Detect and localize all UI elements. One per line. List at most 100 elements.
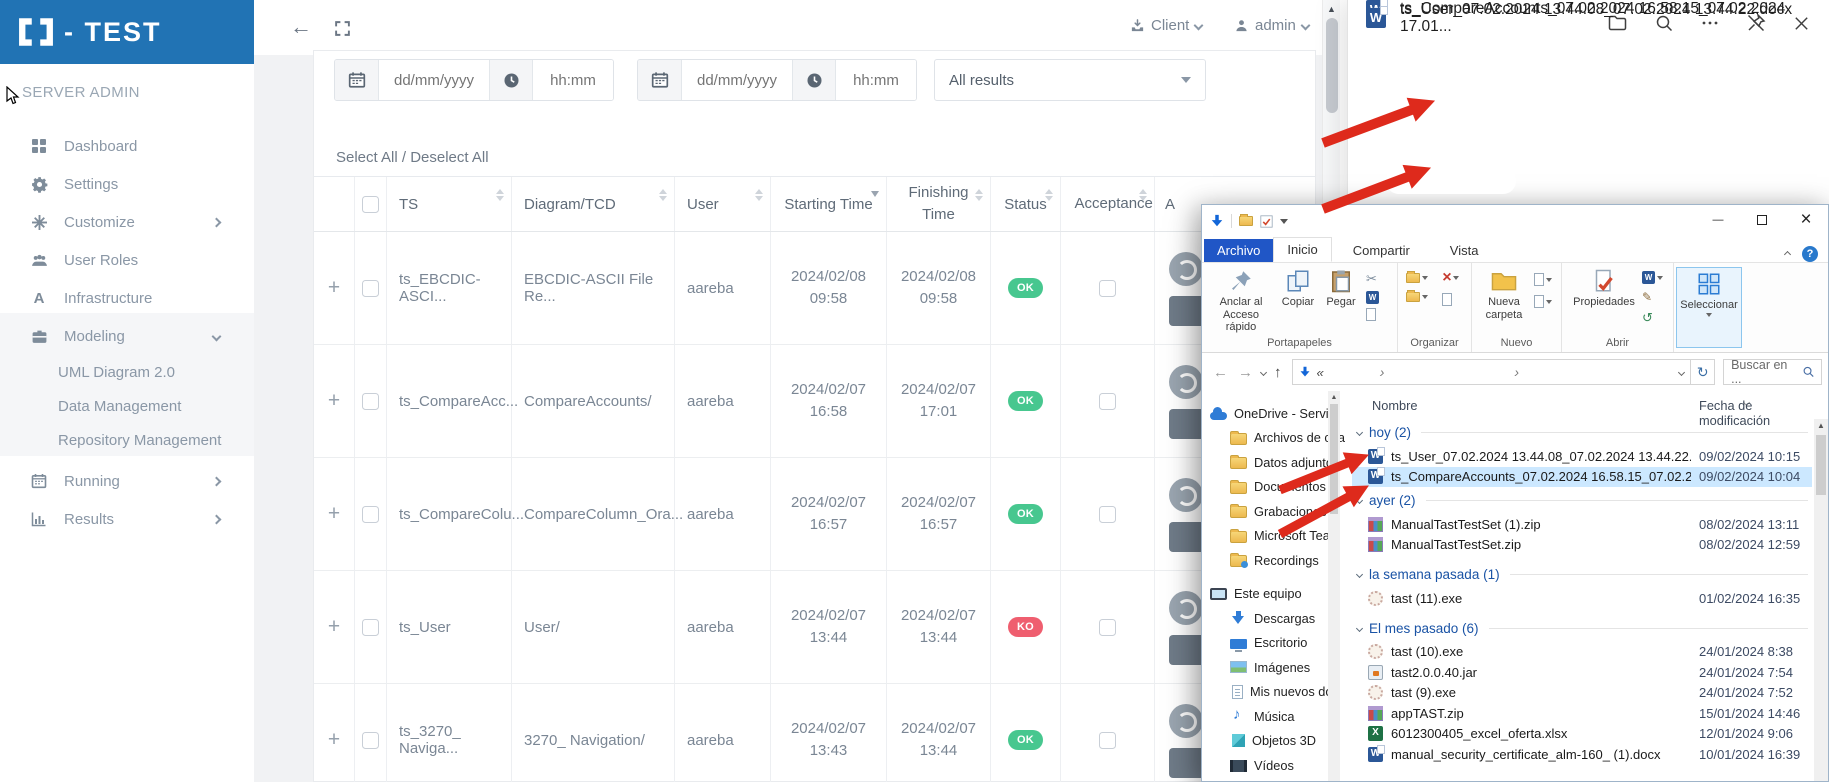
sort-icon[interactable]: [1045, 189, 1053, 201]
group-header-semana[interactable]: la semana pasada (1): [1352, 561, 1812, 588]
download-item[interactable]: ts_CompareAccounts_07.02.2024 16.58.15_0…: [1366, 0, 1829, 36]
nav-item[interactable]: Documentos: [1202, 475, 1348, 500]
edit-button[interactable]: [1642, 290, 1652, 304]
delete-button[interactable]: [1442, 271, 1459, 285]
tab-inicio[interactable]: Inicio: [1273, 237, 1331, 262]
client-dropdown[interactable]: Client: [1130, 17, 1202, 34]
nav-back-button[interactable]: [1213, 364, 1228, 381]
tab-vista[interactable]: Vista: [1437, 239, 1492, 262]
sidebar-item-results[interactable]: Results: [0, 500, 254, 538]
expand-row-button[interactable]: [328, 502, 340, 526]
scrollbar-thumb[interactable]: [1326, 18, 1338, 113]
clock-icon[interactable]: [792, 60, 836, 100]
sidebar-item-customize[interactable]: Customize: [0, 203, 254, 241]
collapse-ribbon-icon[interactable]: [1784, 250, 1791, 257]
file-row[interactable]: tast (11).exe 01/02/2024 16:35: [1352, 588, 1812, 609]
quick-access-check-icon[interactable]: [1260, 215, 1273, 228]
column-name[interactable]: Nombre: [1372, 398, 1418, 413]
sort-icon[interactable]: [496, 189, 504, 201]
back-button[interactable]: [290, 16, 312, 38]
nav-item[interactable]: TIH0405100A (C: [1202, 778, 1348, 782]
nav-item[interactable]: Escritorio: [1202, 631, 1348, 656]
explorer-title-bar[interactable]: [1202, 205, 1828, 237]
row-action-icon-partial[interactable]: [1169, 704, 1203, 738]
calendar-icon[interactable]: [335, 60, 379, 100]
rename-button[interactable]: [1442, 293, 1452, 306]
history-button[interactable]: [1642, 310, 1653, 326]
scroll-up-button[interactable]: [1328, 391, 1340, 404]
end-time-input[interactable]: [836, 60, 916, 100]
file-row[interactable]: 6012300405_excel_oferta.xlsx 12/01/2024 …: [1352, 724, 1812, 745]
header-user[interactable]: User: [675, 177, 771, 231]
clock-icon[interactable]: [489, 60, 533, 100]
nav-item[interactable]: Este equipo: [1202, 582, 1348, 607]
sort-desc-icon[interactable]: [871, 191, 879, 197]
refresh-button[interactable]: [1691, 359, 1715, 385]
new-item-button[interactable]: [1534, 273, 1552, 286]
copy-to-button[interactable]: [1406, 292, 1428, 302]
sort-icon[interactable]: [975, 189, 983, 201]
sidebar-item-uml-diagram[interactable]: UML Diagram 2.0: [0, 356, 254, 388]
sidebar-item-user-roles[interactable]: User Roles: [0, 241, 254, 279]
row-checkbox[interactable]: [362, 393, 379, 410]
nav-item[interactable]: Objetos 3D: [1202, 729, 1348, 754]
row-action-icon-partial[interactable]: [1169, 365, 1203, 399]
file-row[interactable]: tast (10).exe 24/01/2024 8:38: [1352, 642, 1812, 663]
sort-icon[interactable]: [659, 189, 667, 201]
list-scrollbar[interactable]: [1814, 419, 1828, 781]
row-action-icon-partial[interactable]: [1169, 591, 1203, 625]
sort-icon[interactable]: [1139, 189, 1147, 201]
paste-shortcut-button[interactable]: [1366, 308, 1376, 321]
select-button[interactable]: Seleccionar: [1676, 267, 1742, 348]
nav-item[interactable]: Datos adjuntos: [1202, 450, 1348, 475]
group-header-hoy[interactable]: hoy (2): [1352, 419, 1812, 446]
file-row[interactable]: ts_User_07.02.2024 13.44.08_07.02.2024 1…: [1352, 446, 1812, 467]
scroll-up-button[interactable]: [1323, 0, 1340, 17]
nav-item[interactable]: Archivos de cha: [1202, 426, 1348, 451]
results-filter-select[interactable]: All results: [934, 59, 1206, 101]
header-finishing-time[interactable]: Finishing Time: [887, 177, 991, 231]
nav-item[interactable]: Descargas: [1202, 606, 1348, 631]
group-header-ayer[interactable]: ayer (2): [1352, 487, 1812, 514]
nav-history-dropdown[interactable]: [1260, 368, 1267, 375]
copy-button[interactable]: Copiar: [1276, 269, 1320, 309]
help-icon[interactable]: ?: [1802, 246, 1818, 262]
search-box[interactable]: Buscar en ...: [1723, 359, 1822, 385]
file-row[interactable]: tast2.0.0.40.jar 24/01/2024 7:54: [1352, 662, 1812, 683]
header-diagram[interactable]: Diagram/TCD: [512, 177, 675, 231]
quick-access-folder-icon[interactable]: [1239, 216, 1253, 226]
easy-access-button[interactable]: [1534, 295, 1552, 308]
header-starting-time[interactable]: Starting Time: [771, 177, 887, 231]
nav-item[interactable]: Microsoft Team: [1202, 524, 1348, 549]
properties-button[interactable]: Propiedades: [1572, 269, 1636, 309]
nav-item[interactable]: OneDrive - Servic: [1202, 401, 1348, 426]
sidebar-item-modeling[interactable]: Modeling: [0, 317, 254, 355]
minimize-button[interactable]: [1696, 205, 1740, 235]
sidebar-item-data-management[interactable]: Data Management: [0, 390, 254, 422]
nav-item[interactable]: Vídeos: [1202, 753, 1348, 778]
row-checkbox[interactable]: [362, 506, 379, 523]
maximize-button[interactable]: [1740, 205, 1784, 235]
expand-row-button[interactable]: [328, 389, 340, 413]
select-all-toggle[interactable]: Select All / Deselect All: [336, 149, 489, 166]
admin-dropdown[interactable]: admin: [1234, 17, 1309, 34]
file-row[interactable]: ts_CompareAccounts_07.02.2024 16.58.15_0…: [1352, 467, 1812, 488]
pin-quick-access-button[interactable]: Anclar al Acceso rápido: [1210, 269, 1272, 334]
row-action-icon-partial[interactable]: [1169, 252, 1203, 286]
scroll-up-button[interactable]: [1814, 419, 1828, 433]
row-checkbox[interactable]: [362, 732, 379, 749]
calendar-icon[interactable]: [638, 60, 682, 100]
file-row[interactable]: ManualTastTestSet (1).zip 08/02/2024 13:…: [1352, 514, 1812, 535]
row-action-icon-partial[interactable]: [1169, 478, 1203, 512]
expand-row-button[interactable]: [328, 615, 340, 639]
scrollbar-thumb[interactable]: [1816, 435, 1826, 495]
nav-up-button[interactable]: [1274, 364, 1282, 381]
nav-item[interactable]: Mis nuevos doc: [1202, 680, 1348, 705]
sort-icon[interactable]: [755, 189, 763, 201]
select-all-checkbox[interactable]: [362, 196, 379, 213]
fullscreen-button[interactable]: [334, 19, 351, 41]
row-checkbox[interactable]: [362, 619, 379, 636]
nav-item[interactable]: Música: [1202, 704, 1348, 729]
file-row[interactable]: appTAST.zip 15/01/2024 14:46: [1352, 703, 1812, 724]
sidebar-item-repository-management[interactable]: Repository Management: [0, 424, 254, 456]
